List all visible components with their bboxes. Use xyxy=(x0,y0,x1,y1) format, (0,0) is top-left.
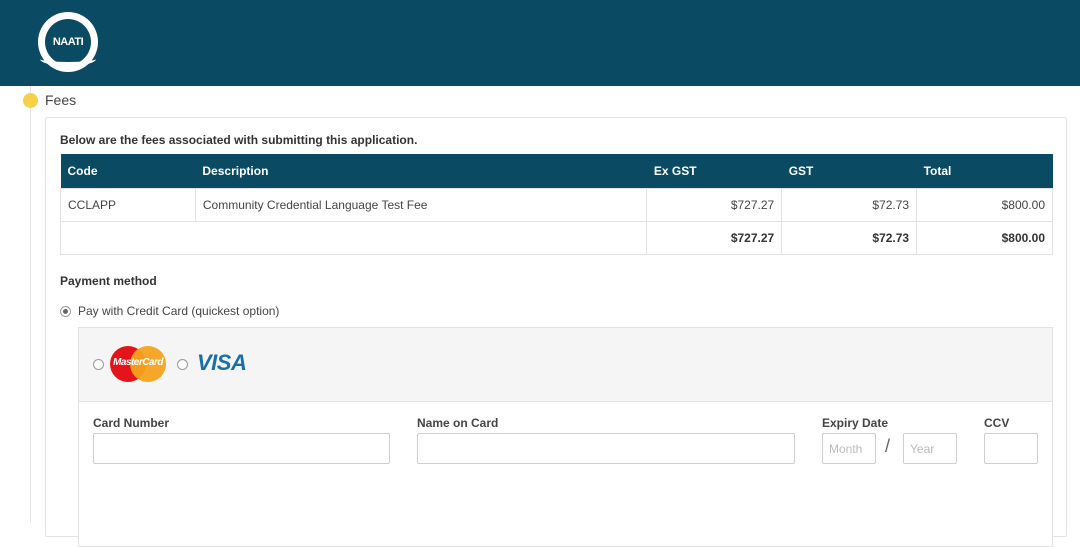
step-indicator-dot xyxy=(23,93,38,108)
ccv-input[interactable] xyxy=(984,433,1038,464)
credit-card-radio[interactable] xyxy=(60,305,71,317)
cell-description: Community Credential Language Test Fee xyxy=(194,187,648,222)
site-header: NAATI xyxy=(0,0,1080,86)
cell-code: CCLAPP xyxy=(60,187,196,222)
card-brand-selector: MasterCard VISA xyxy=(79,328,1052,402)
card-number-input[interactable] xyxy=(93,433,390,464)
name-on-card-input[interactable] xyxy=(417,433,795,464)
cell-ex-gst: $727.27 xyxy=(646,187,783,222)
totals-row: $727.27 $72.73 $800.00 xyxy=(59,220,1053,255)
total-ex-gst: $727.27 xyxy=(646,220,783,255)
expiry-date-label: Expiry Date xyxy=(822,416,889,430)
col-description: Description xyxy=(195,154,647,188)
card-number-label: Card Number xyxy=(93,416,170,430)
payment-method-title: Payment method xyxy=(60,274,157,288)
step-title: Fees xyxy=(45,92,77,108)
expiry-separator: / xyxy=(885,436,891,456)
col-gst: GST xyxy=(781,154,917,188)
mastercard-logo-icon[interactable]: MasterCard xyxy=(110,346,166,382)
credit-card-form: MasterCard VISA Card Number Name on Card… xyxy=(78,327,1053,547)
step-timeline xyxy=(30,86,31,523)
totals-blank xyxy=(59,220,648,255)
ccv-label: CCV xyxy=(984,416,1010,430)
fees-panel: Below are the fees associated with submi… xyxy=(45,117,1067,547)
col-code: Code xyxy=(60,154,196,188)
fees-table: Code Description Ex GST GST Total CCLAPP… xyxy=(59,154,1053,255)
naati-logo[interactable]: NAATI xyxy=(38,12,98,72)
table-row: CCLAPP Community Credential Language Tes… xyxy=(60,187,1053,222)
mastercard-radio[interactable] xyxy=(93,359,104,370)
visa-radio[interactable] xyxy=(177,359,188,370)
expiry-month-input[interactable] xyxy=(822,433,876,464)
col-total: Total xyxy=(916,154,1053,188)
table-header-row: Code Description Ex GST GST Total xyxy=(60,154,1053,188)
pay-credit-card-option[interactable]: Pay with Credit Card (quickest option) xyxy=(60,304,279,318)
logo-swoosh-icon xyxy=(40,52,96,66)
visa-logo-icon[interactable]: VISA xyxy=(197,350,247,376)
total-gst: $72.73 xyxy=(781,220,918,255)
name-on-card-label: Name on Card xyxy=(417,416,499,430)
cell-gst: $72.73 xyxy=(781,187,918,222)
expiry-year-input[interactable] xyxy=(903,433,957,464)
cell-total: $800.00 xyxy=(916,187,1053,222)
total-amount: $800.00 xyxy=(916,220,1053,255)
credit-card-option-label[interactable]: Pay with Credit Card (quickest option) xyxy=(78,304,279,318)
col-ex-gst: Ex GST xyxy=(646,154,782,188)
fees-intro: Below are the fees associated with submi… xyxy=(60,133,418,147)
